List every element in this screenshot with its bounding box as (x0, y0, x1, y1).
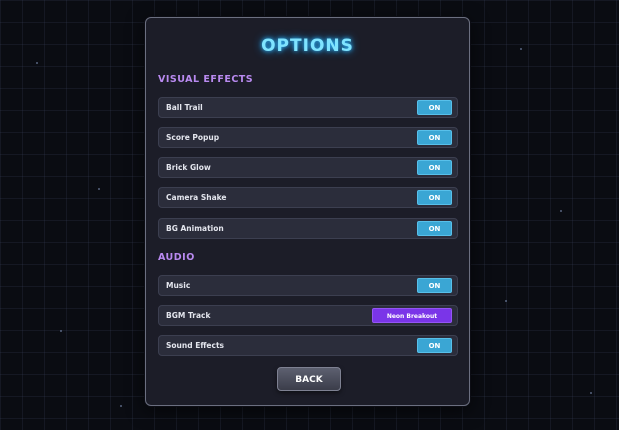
sound-effects-toggle[interactable]: ON (417, 338, 452, 353)
background-star (505, 300, 507, 302)
setting-label: Camera Shake (166, 193, 227, 202)
brick-glow-toggle[interactable]: ON (417, 160, 452, 175)
setting-label: Music (166, 281, 191, 290)
setting-row-bg-animation: BG Animation ON (158, 218, 458, 239)
background-star (590, 392, 592, 394)
setting-row-music: Music ON (158, 275, 458, 296)
ball-trail-toggle[interactable]: ON (417, 100, 452, 115)
bg-animation-toggle[interactable]: ON (417, 221, 452, 236)
background-star (120, 405, 122, 407)
audio-heading: AUDIO (158, 252, 195, 263)
background-star (520, 48, 522, 50)
setting-label: Score Popup (166, 133, 220, 142)
score-popup-toggle[interactable]: ON (417, 130, 452, 145)
background-star (560, 210, 562, 212)
camera-shake-toggle[interactable]: ON (417, 190, 452, 205)
setting-label: Sound Effects (166, 341, 224, 350)
setting-row-brick-glow: Brick Glow ON (158, 157, 458, 178)
setting-row-sound-effects: Sound Effects ON (158, 335, 458, 356)
setting-label: BGM Track (166, 311, 211, 320)
music-toggle[interactable]: ON (417, 278, 452, 293)
setting-row-score-popup: Score Popup ON (158, 127, 458, 148)
setting-label: BG Animation (166, 224, 224, 233)
options-title: OPTIONS (261, 36, 354, 56)
background-star (36, 62, 38, 64)
background-star (98, 188, 100, 190)
setting-label: Brick Glow (166, 163, 211, 172)
background-star (60, 330, 62, 332)
setting-row-bgm-track: BGM Track Neon Breakout (158, 305, 458, 326)
setting-row-camera-shake: Camera Shake ON (158, 187, 458, 208)
setting-row-ball-trail: Ball Trail ON (158, 97, 458, 118)
visual-effects-heading: VISUAL EFFECTS (158, 74, 254, 85)
bgm-track-select[interactable]: Neon Breakout (372, 308, 452, 323)
setting-label: Ball Trail (166, 103, 203, 112)
back-button[interactable]: BACK (277, 367, 341, 391)
options-panel: OPTIONS VISUAL EFFECTS Ball Trail ON Sco… (145, 17, 470, 406)
